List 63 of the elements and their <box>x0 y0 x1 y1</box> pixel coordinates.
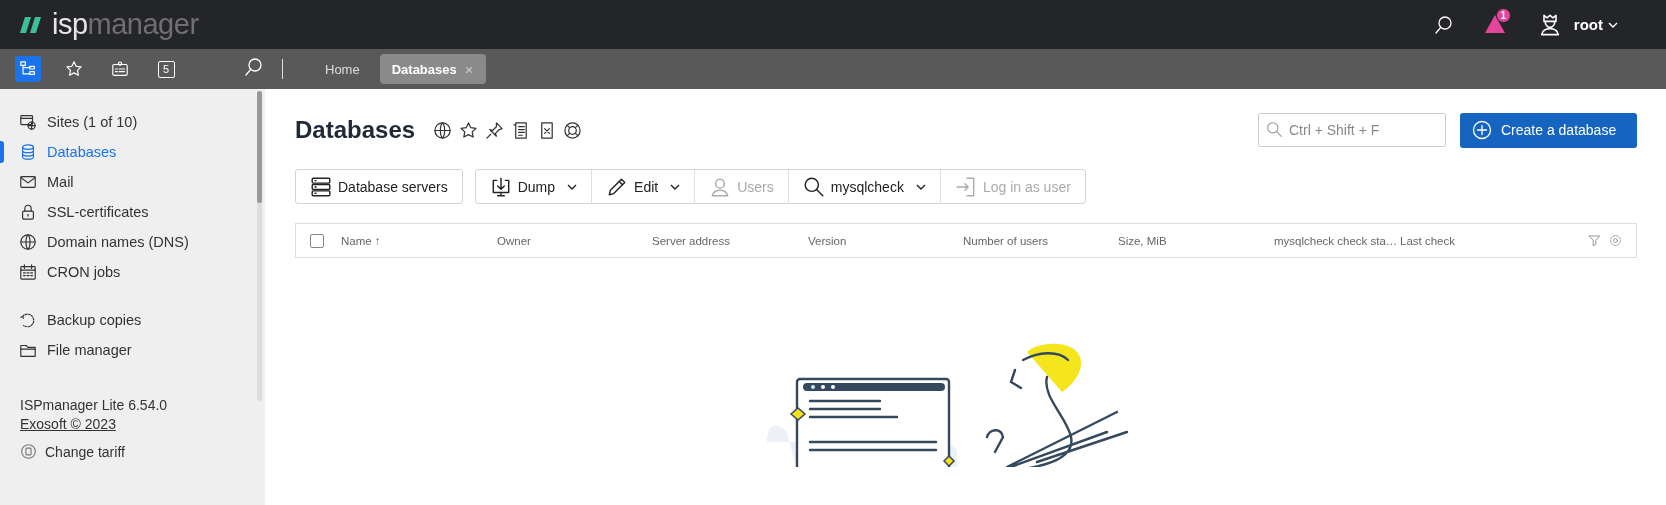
filter-icon <box>1588 234 1601 247</box>
counter-button[interactable]: 5 <box>153 56 179 82</box>
globe-icon <box>19 233 37 251</box>
search-icon <box>1433 14 1454 35</box>
backup-icon <box>19 311 37 329</box>
caret-icon <box>1608 21 1618 28</box>
column-header[interactable]: Version <box>808 234 963 247</box>
column-header[interactable]: mysqlcheck check sta… <box>1274 234 1400 247</box>
plus-icon <box>1472 120 1492 140</box>
toolbar-button[interactable]: Dump <box>475 170 592 203</box>
tree-icon <box>19 60 37 78</box>
caret-icon <box>670 183 681 190</box>
login-icon <box>954 175 977 198</box>
coin-icon <box>20 443 37 460</box>
sidebar-item[interactable]: File manager <box>47 342 132 358</box>
sidebar-item[interactable]: SSL-certificates <box>47 204 149 220</box>
star-icon <box>65 60 83 78</box>
pin-icon <box>485 120 505 140</box>
settings-icon <box>1609 234 1622 247</box>
envelope-icon <box>19 173 37 191</box>
page-title: Databases <box>295 116 416 144</box>
toolbar-button[interactable]: Database servers <box>296 170 462 203</box>
select-all-checkbox[interactable] <box>310 233 324 248</box>
column-header[interactable]: Number of users <box>963 234 1118 247</box>
search-icon <box>244 57 264 77</box>
user-menu[interactable]: root <box>1573 16 1618 33</box>
toolbar-button[interactable]: Edit <box>591 170 695 203</box>
scrollbar[interactable] <box>257 91 262 401</box>
search-icon <box>1266 121 1283 138</box>
tab[interactable]: Home <box>313 54 372 84</box>
sidebar-item[interactable]: CRON jobs <box>47 264 121 280</box>
column-header[interactable]: Name ↑ <box>341 234 497 247</box>
column-header[interactable]: Last check <box>1400 234 1560 247</box>
column-header[interactable]: Owner <box>497 234 652 247</box>
caret-icon <box>567 183 578 190</box>
sidebar-item[interactable]: Mail <box>47 174 74 190</box>
star-icon <box>459 120 479 140</box>
search-icon <box>802 175 825 198</box>
calendar-icon <box>19 263 37 281</box>
alert-icon[interactable] <box>1483 13 1506 34</box>
sidebar-item[interactable]: Backup copies <box>47 312 142 328</box>
search-field[interactable]: Ctrl + Shift + F <box>1258 113 1446 147</box>
sidebar-item[interactable]: Sites (1 of 10) <box>47 114 138 130</box>
toolbar-button[interactable]: mysqlcheck <box>787 170 940 203</box>
lifebuoy-icon <box>563 120 583 140</box>
sidebar-item[interactable]: Domain names (DNS) <box>47 234 189 250</box>
column-header[interactable]: Server address <box>652 234 808 247</box>
lock-icon <box>19 203 37 221</box>
server-icon <box>310 175 332 198</box>
tree-button[interactable] <box>15 56 41 82</box>
caret-icon <box>915 183 926 190</box>
column-header[interactable]: Size, MiB <box>1118 234 1274 247</box>
sidebar-item[interactable]: Databases <box>47 144 117 160</box>
clipboard-icon <box>111 60 129 78</box>
version-text: ISPmanager Lite 6.54.0 <box>20 397 168 413</box>
copyright-link[interactable]: Exosoft © 2023 <box>20 416 168 432</box>
database-icon <box>19 143 37 161</box>
notification-count: 1 <box>1495 7 1511 23</box>
website-icon <box>19 113 37 131</box>
change-tariff-link[interactable]: Change tariff <box>45 443 125 460</box>
logo: ispmanager <box>20 8 199 41</box>
globe-icon <box>433 120 453 140</box>
create-database-button[interactable]: Create a database <box>1460 112 1637 148</box>
